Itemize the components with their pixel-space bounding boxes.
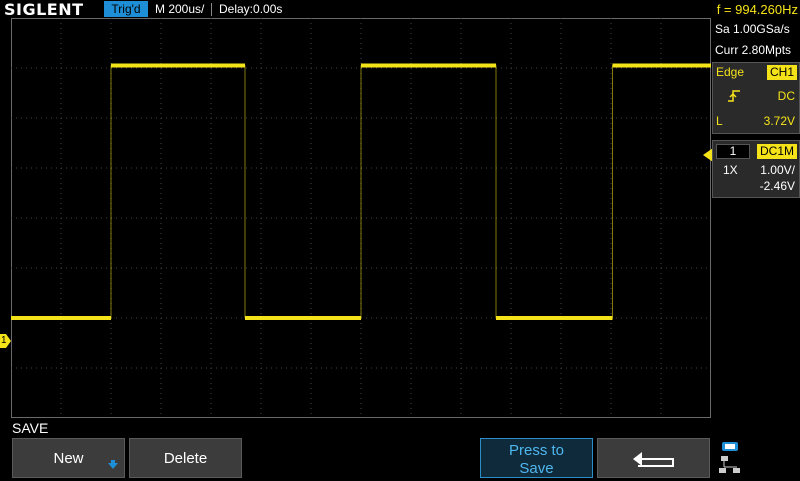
probe-attenuation: 1X (723, 163, 738, 177)
trigger-level: 3.72V (763, 114, 795, 128)
trigger-status-badge: Trig'd (104, 1, 148, 17)
channel1-ground-marker[interactable]: 1 (0, 334, 11, 348)
status-bar: SIGLENT Trig'd M 200us/ Delay:0.00s f = … (0, 0, 800, 19)
info-sidebar: Sa 1.00GSa/s Curr 2.80Mpts (712, 19, 800, 61)
channel-number: 1 (716, 144, 750, 159)
press-to-label: Press to (508, 442, 565, 459)
press-to-save-button[interactable]: Press to Save (480, 438, 593, 478)
arrow-down-icon (108, 460, 118, 469)
brand-logo: SIGLENT (4, 0, 84, 19)
channel1-trace (11, 65, 711, 319)
waveform-display[interactable] (11, 18, 711, 418)
trigger-coupling: DC (777, 89, 795, 103)
vertical-scale: 1.00V/ (760, 163, 795, 177)
return-arrow-icon (633, 452, 674, 467)
delete-button[interactable]: Delete (129, 438, 242, 478)
trigger-source: CH1 (766, 65, 797, 80)
frequency-readout: f = 994.260Hz (716, 2, 798, 17)
trigger-level-label: L (716, 114, 723, 128)
divider (211, 3, 212, 16)
new-button[interactable]: New (12, 438, 125, 478)
rising-edge-icon (728, 90, 740, 102)
trigger-panel[interactable]: Edge CH1 DC L 3.72V (712, 62, 800, 134)
sample-rate: Sa 1.00GSa/s (715, 22, 790, 36)
trigger-type: Edge (716, 65, 745, 79)
channel1-panel[interactable]: 1 DC1M 1X 1.00V/ -2.46V (712, 140, 800, 198)
channel-coupling: DC1M (756, 144, 797, 159)
timebase-readout[interactable]: M 200us/ (155, 0, 204, 19)
delay-readout[interactable]: Delay:0.00s (219, 0, 282, 19)
delete-button-label: Delete (163, 450, 208, 467)
menu-title: SAVE (12, 420, 49, 436)
memory-depth: Curr 2.80Mpts (715, 43, 792, 57)
ground-marker-label: 1 (1, 335, 7, 346)
network-status-icon (717, 440, 745, 476)
back-button[interactable] (597, 438, 710, 478)
save-label: Save (519, 460, 554, 477)
vertical-offset: -2.46V (759, 179, 795, 193)
